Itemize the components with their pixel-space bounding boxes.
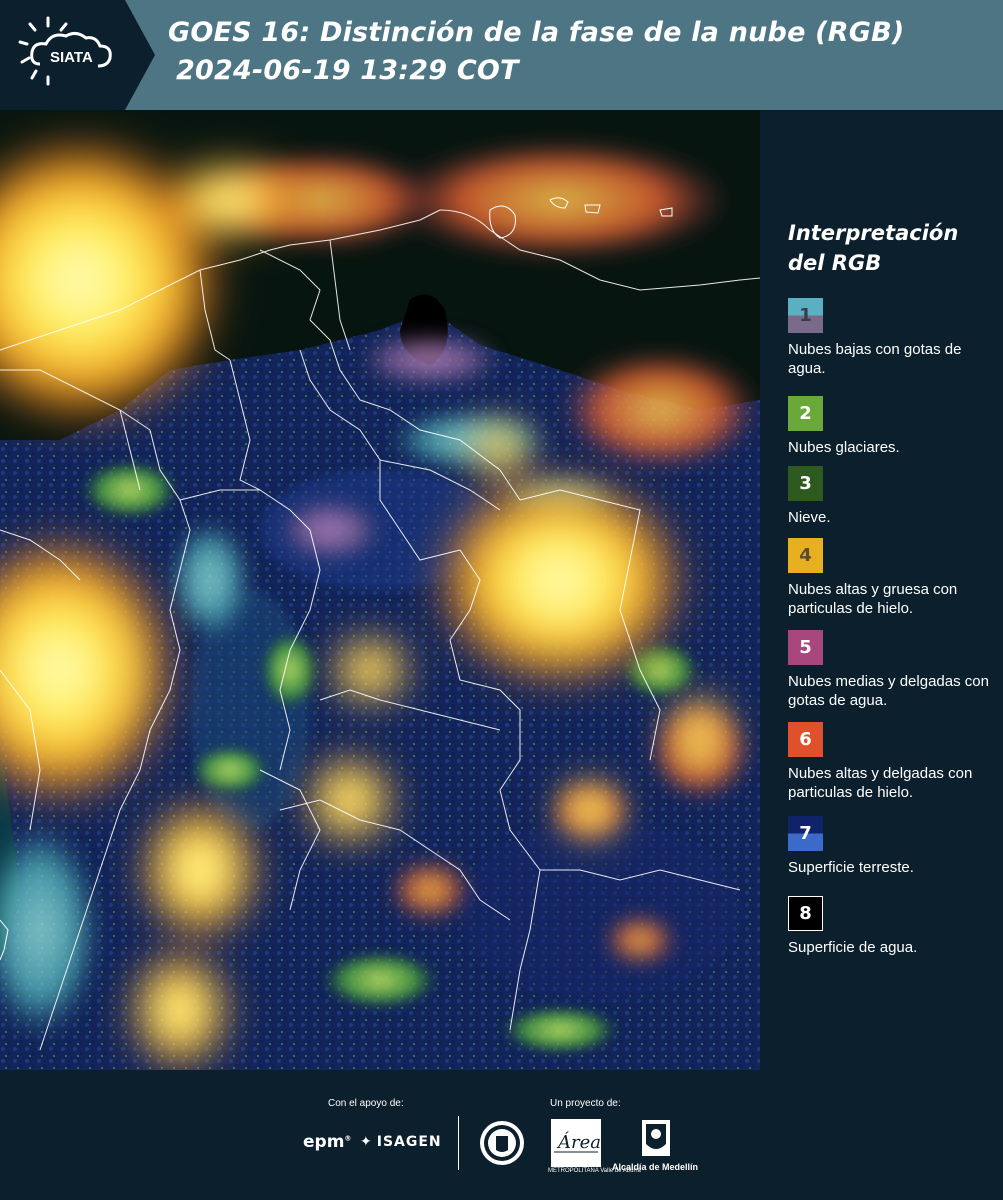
siata-logo: SIATA: [0, 0, 155, 110]
legend-label: Nubes glaciares.: [788, 439, 900, 456]
legend-item-2: 2 Nubes glaciares.: [788, 396, 998, 457]
legend-number: 8: [799, 903, 812, 924]
legend-number: 7: [799, 823, 812, 844]
legend-label: Nubes altas y delgadas con particulas de…: [788, 765, 973, 801]
legend-label: Nubes bajas con gotas de agua.: [788, 341, 962, 377]
support-label: Con el apoyo de:: [328, 1098, 404, 1109]
legend-number: 4: [799, 545, 812, 566]
legend-swatch: 3: [788, 466, 823, 501]
svg-text:Área: Área: [556, 1130, 601, 1153]
legend-title: Interpretación del RGB: [788, 218, 958, 278]
header-bar: SIATA GOES 16: Distinción de la fase de …: [0, 0, 1003, 110]
legend-item-8: 8 Superficie de agua.: [788, 896, 998, 957]
legend-label: Nubes medias y delgadas con gotas de agu…: [788, 673, 989, 709]
legend-number: 1: [799, 305, 812, 326]
isagen-logo-text: ISAGEN: [376, 1134, 442, 1150]
legend-label: Nieve.: [788, 509, 831, 526]
legend-number: 3: [799, 473, 812, 494]
legend-swatch: 2: [788, 396, 823, 431]
footer: Con el apoyo de: Un proyecto de: epm® ✦ I…: [0, 1070, 1003, 1200]
legend-item-3: 3 Nieve.: [788, 466, 998, 527]
epm-logo-text: epm: [303, 1132, 345, 1152]
legend-swatch: 1: [788, 298, 823, 333]
footer-divider: [458, 1116, 459, 1170]
legend-label: Nubes altas y gruesa con particulas de h…: [788, 581, 958, 617]
legend-item-1: 1 Nubes bajas con gotas de agua.: [788, 298, 998, 378]
page-title: GOES 16: Distinción de la fase de la nub…: [168, 14, 904, 90]
project-label: Un proyecto de:: [550, 1098, 621, 1109]
legend-item-4: 4 Nubes altas y gruesa con particulas de …: [788, 538, 998, 618]
alcaldia-text: Alcaldía de Medellín: [612, 1162, 699, 1172]
epm-logo: epm®: [303, 1132, 352, 1152]
satellite-rgb-map: [0, 110, 760, 1070]
legend-number: 2: [799, 403, 812, 424]
title-product: GOES 16: Distinción de la fase de la nub…: [168, 17, 905, 48]
title-timestamp: 2024-06-19 13:29 COT: [176, 55, 519, 86]
legend-panel: Interpretación del RGB 1 Nubes bajas con …: [760, 110, 1003, 1070]
siata-logo-text: SIATA: [50, 49, 93, 66]
alcaldia-shield-icon: [640, 1118, 672, 1158]
legend-number: 5: [799, 637, 812, 658]
legend-swatch: 6: [788, 722, 823, 757]
legend-label: Superficie terreste.: [788, 859, 914, 876]
page: SIATA GOES 16: Distinción de la fase de …: [0, 0, 1003, 1200]
isagen-mark-icon: ✦: [360, 1134, 373, 1150]
legend-title-line2: del RGB: [788, 251, 882, 275]
legend-swatch: 4: [788, 538, 823, 573]
legend-label: Superficie de agua.: [788, 939, 918, 956]
legend-item-5: 5 Nubes medias y delgadas con gotas de ag…: [788, 630, 998, 710]
legend-swatch: 8: [788, 896, 823, 931]
medellin-seal-icon: [478, 1118, 526, 1168]
isagen-logo: ✦ ISAGEN: [360, 1134, 442, 1150]
legend-swatch: 7: [788, 816, 823, 851]
legend-swatch: 5: [788, 630, 823, 665]
area-metropolitana-logo: Área: [550, 1118, 602, 1168]
legend-number: 6: [799, 729, 812, 750]
legend-item-6: 6 Nubes altas y delgadas con particulas d…: [788, 722, 998, 802]
legend-item-7: 7 Superficie terreste.: [788, 816, 998, 877]
legend-title-line1: Interpretación: [788, 221, 959, 245]
